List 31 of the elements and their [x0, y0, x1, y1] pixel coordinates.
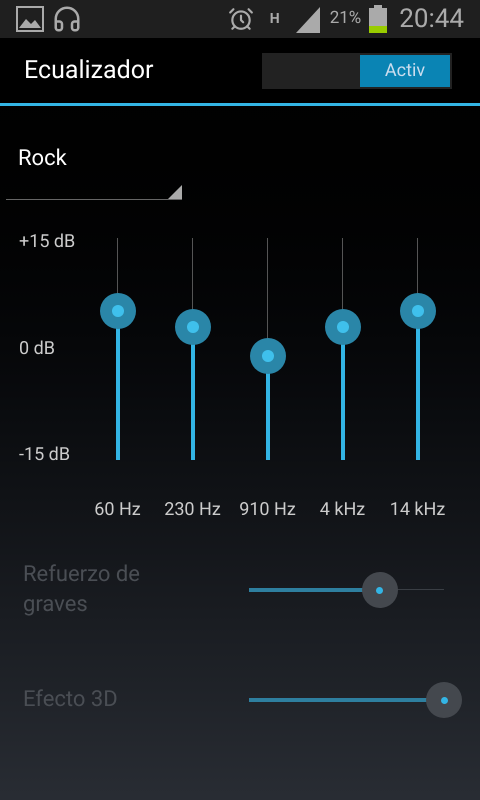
- band-label: 4 kHz: [320, 498, 366, 522]
- network-type: H: [270, 10, 280, 28]
- slider-thumb[interactable]: [362, 572, 398, 608]
- battery-percent: 21%: [330, 7, 362, 30]
- band-label: 230 Hz: [164, 498, 221, 522]
- headphones-icon: [52, 4, 82, 34]
- slider-thumb[interactable]: [250, 338, 286, 374]
- image-icon: [16, 6, 44, 32]
- band-slider[interactable]: [100, 238, 136, 460]
- band-slider[interactable]: [250, 238, 286, 460]
- db-label: -15 dB: [19, 443, 72, 467]
- slider-thumb[interactable]: [174, 308, 210, 345]
- slider-thumb[interactable]: [100, 293, 136, 330]
- band-label: 910 Hz: [239, 498, 296, 522]
- db-label: +15 dB: [19, 230, 76, 254]
- corner-triangle-icon: [168, 185, 182, 199]
- slider-thumb[interactable]: [324, 308, 360, 345]
- battery-icon: [369, 5, 388, 33]
- slider-thumb[interactable]: [400, 293, 436, 330]
- band-slider[interactable]: [174, 238, 210, 460]
- band-label: 60 Hz: [94, 498, 141, 522]
- band-slider[interactable]: [400, 238, 436, 460]
- preset-dropdown[interactable]: Rock: [6, 142, 182, 200]
- band-label: 14 kHz: [390, 498, 446, 522]
- db-label: 0 dB: [19, 336, 56, 360]
- slider-thumb[interactable]: [426, 682, 462, 718]
- signal-icon: [294, 5, 322, 33]
- clock: 20:44: [399, 2, 464, 36]
- alarm-clock-icon: [228, 6, 254, 32]
- screen-title: Ecualizador: [24, 54, 154, 87]
- band-slider[interactable]: [324, 238, 360, 460]
